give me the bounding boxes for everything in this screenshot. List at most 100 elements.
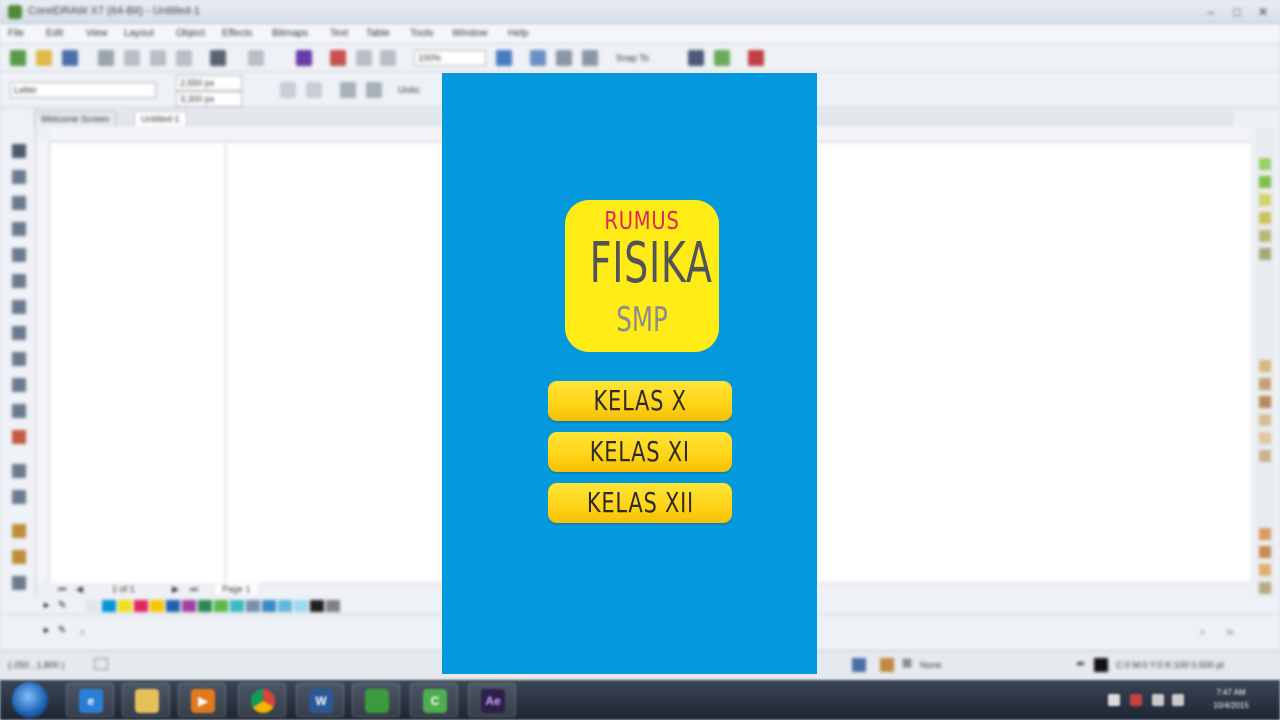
menu-help[interactable]: Help [508, 28, 529, 39]
menu-edit[interactable]: Edit [46, 28, 63, 39]
save-icon[interactable] [62, 50, 78, 66]
menu-effects[interactable]: Effects [222, 28, 252, 39]
expand-icon[interactable]: » [1226, 623, 1234, 639]
palette-swatch[interactable] [198, 600, 212, 612]
corel-connect-icon[interactable] [748, 50, 764, 66]
after-effects-icon[interactable]: Ae [468, 683, 516, 717]
palette-swatch[interactable] [1259, 194, 1271, 206]
action-center-icon[interactable] [1130, 694, 1142, 706]
page-tab[interactable]: Page 1 [216, 584, 257, 594]
tab-untitled-1[interactable]: Untitled-1 [134, 111, 187, 126]
smart-fill-tool-icon[interactable] [12, 576, 26, 590]
portrait-icon[interactable] [280, 82, 296, 98]
menu-tools[interactable]: Tools [410, 28, 433, 39]
page-width-field[interactable]: 2,550 px [176, 75, 242, 91]
palette-swatch[interactable] [1259, 432, 1271, 444]
palette-swatch[interactable] [134, 600, 148, 612]
palette-swatch[interactable] [294, 600, 308, 612]
vertical-ruler[interactable] [36, 142, 50, 582]
volume-icon[interactable] [1172, 694, 1184, 706]
undo-icon[interactable] [210, 50, 226, 66]
palette-swatch[interactable] [1259, 396, 1271, 408]
options-icon[interactable] [688, 50, 704, 66]
palette-swatch[interactable] [278, 600, 292, 612]
palette-swatch[interactable] [1259, 158, 1271, 170]
scroll-right-icon[interactable]: › [1200, 623, 1205, 639]
snap-to-dropdown[interactable]: Snap To [616, 53, 649, 63]
palette-swatch[interactable] [246, 600, 260, 612]
zoom-tool-icon[interactable] [12, 222, 26, 236]
menu-table[interactable]: Table [366, 28, 390, 39]
close-icon[interactable]: ✕ [1252, 4, 1274, 20]
crop-tool-icon[interactable] [12, 196, 26, 210]
status-options-icon[interactable] [94, 658, 108, 670]
application-launcher-icon[interactable] [380, 50, 396, 66]
palette-swatch[interactable] [182, 600, 196, 612]
palette-swatch[interactable] [1259, 360, 1271, 372]
palette-swatch[interactable] [166, 600, 180, 612]
drop-shadow-tool-icon[interactable] [12, 464, 26, 478]
palette-swatch[interactable] [326, 600, 340, 612]
parallel-dimension-tool-icon[interactable] [12, 404, 26, 418]
new-document-icon[interactable] [10, 50, 26, 66]
palette-menu-icon[interactable]: ▸ [44, 600, 49, 611]
word-icon[interactable]: W [296, 683, 344, 717]
import-icon[interactable] [330, 50, 346, 66]
menu-layout[interactable]: Layout [124, 28, 154, 39]
palette-swatch[interactable] [1259, 248, 1271, 260]
menu-window[interactable]: Window [452, 28, 488, 39]
palette-swatch[interactable] [86, 600, 100, 612]
palette-swatch[interactable] [150, 600, 164, 612]
docker-eyedropper-icon[interactable]: ✎ [58, 625, 66, 636]
open-icon[interactable] [36, 50, 52, 66]
eyedropper-icon[interactable]: ✎ [58, 600, 66, 611]
ellipse-tool-icon[interactable] [12, 326, 26, 340]
palette-swatch[interactable] [1259, 230, 1271, 242]
transparency-tool-icon[interactable] [12, 490, 26, 504]
palette-swatch[interactable] [214, 600, 228, 612]
taskbar-clock[interactable]: 7:47 AM 10/4/2015 [1196, 686, 1266, 712]
palette-swatch[interactable] [1259, 450, 1271, 462]
file-explorer-icon[interactable] [122, 683, 170, 717]
palette-swatch[interactable] [1259, 546, 1271, 558]
full-screen-preview-icon[interactable] [496, 50, 512, 66]
internet-explorer-icon[interactable]: e [66, 683, 114, 717]
kelas-xii-button[interactable]: KELAS XII [548, 483, 732, 523]
eyedropper-tool-icon[interactable] [12, 524, 26, 538]
previous-page-icon[interactable]: ◀ [76, 584, 83, 595]
palette-swatch[interactable] [118, 600, 132, 612]
maximize-icon[interactable]: □ [1226, 4, 1248, 20]
cut-icon[interactable] [124, 50, 140, 66]
pick-tool-icon[interactable] [12, 144, 26, 158]
palette-swatch[interactable] [1259, 176, 1271, 188]
current-page-icon[interactable] [366, 82, 382, 98]
all-pages-icon[interactable] [340, 82, 356, 98]
show-rulers-icon[interactable] [530, 50, 546, 66]
palette-swatch[interactable] [1259, 378, 1271, 390]
menu-text[interactable]: Text [330, 28, 348, 39]
zoom-level-select[interactable]: 100% [414, 50, 486, 66]
menu-object[interactable]: Object [176, 28, 205, 39]
minimize-icon[interactable]: – [1200, 4, 1222, 20]
page-size-select[interactable]: Letter [10, 82, 156, 98]
network-icon[interactable] [1152, 694, 1164, 706]
tab-welcome-screen[interactable]: Welcome Screen [34, 111, 117, 126]
palette-swatch[interactable] [1259, 564, 1271, 576]
artistic-media-tool-icon[interactable] [12, 274, 26, 288]
interactive-fill-tool-icon[interactable] [12, 550, 26, 564]
palette-swatch[interactable] [310, 600, 324, 612]
add-page-icon[interactable]: ⏭ [190, 584, 198, 595]
print-icon[interactable] [98, 50, 114, 66]
show-guidelines-icon[interactable] [582, 50, 598, 66]
camtasia-icon[interactable]: C [410, 683, 458, 717]
scroll-left-icon[interactable]: ‹ [80, 623, 85, 639]
landscape-icon[interactable] [306, 82, 322, 98]
freehand-tool-icon[interactable] [12, 248, 26, 262]
palette-swatch[interactable] [1259, 212, 1271, 224]
menu-view[interactable]: View [86, 28, 108, 39]
palette-swatch[interactable] [1259, 414, 1271, 426]
palette-swatch[interactable] [1259, 582, 1271, 594]
rectangle-tool-icon[interactable] [12, 300, 26, 314]
menu-file[interactable]: File [8, 28, 24, 39]
kelas-xi-button[interactable]: KELAS XI [548, 432, 732, 472]
